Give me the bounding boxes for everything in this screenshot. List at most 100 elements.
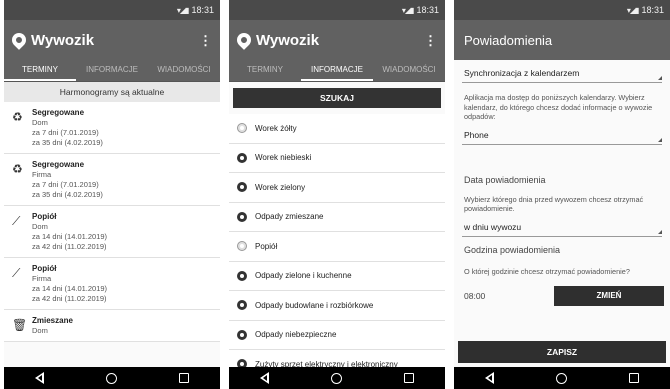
page-title: Powiadomienia bbox=[464, 32, 553, 48]
mixed-waste-icon bbox=[237, 211, 247, 222]
broom-icon: ⟋ bbox=[12, 266, 21, 280]
home-icon[interactable] bbox=[556, 372, 567, 384]
tab-wiadomosci[interactable]: WIADOMOŚCI bbox=[148, 60, 220, 81]
next-pickup: za 7 dni (7.01.2019) bbox=[32, 128, 99, 137]
phone-informacje: ▾◢▮ 18:31 Wywozik ⋮ TERMINY INFORMACJE W… bbox=[229, 0, 445, 389]
waste-category-list: Worek żółty Worek niebieski Worek zielon… bbox=[229, 114, 445, 380]
app-title: Wywozik bbox=[256, 31, 320, 49]
recents-icon[interactable] bbox=[629, 373, 639, 383]
back-icon[interactable] bbox=[260, 372, 269, 384]
list-item[interactable]: ⟋ Popiół Firma za 14 dni (14.01.2019) za… bbox=[4, 258, 220, 310]
recents-icon[interactable] bbox=[404, 373, 414, 383]
location: Dom bbox=[32, 118, 48, 127]
waste-type: Segregowane bbox=[32, 160, 85, 169]
construction-waste-icon bbox=[237, 300, 247, 311]
following-pickup: za 35 dni (4.02.2019) bbox=[32, 138, 103, 147]
tab-informacje[interactable]: INFORMACJE bbox=[76, 60, 148, 81]
tab-bar: TERMINY INFORMACJE WIADOMOŚCI bbox=[229, 60, 445, 82]
category-label: Odpady niebezpieczne bbox=[255, 330, 337, 340]
trash-icon: 🗑 bbox=[12, 318, 28, 332]
waste-type: Popiół bbox=[32, 264, 57, 273]
date-description: Wybierz którego dnia przed wywozem chces… bbox=[464, 194, 644, 214]
category-label: Odpady zielone i kuchenne bbox=[255, 271, 352, 281]
calendar-select[interactable]: Phone bbox=[462, 126, 662, 145]
tab-terminy[interactable]: TERMINY bbox=[229, 60, 301, 81]
list-item[interactable]: Worek niebieski bbox=[229, 143, 445, 173]
search-button[interactable]: SZUKAJ bbox=[233, 88, 441, 108]
home-icon[interactable] bbox=[331, 372, 342, 384]
list-item[interactable]: Odpady niebezpieczne bbox=[229, 320, 445, 350]
map-pin-logo-icon bbox=[9, 30, 29, 50]
calendar-description: Aplikacja ma dostęp do poniższych kalend… bbox=[464, 93, 653, 121]
status-time: 18:31 bbox=[416, 5, 439, 15]
list-item[interactable]: ⟋ Popiół Dom za 14 dni (14.01.2019) za 4… bbox=[4, 206, 220, 258]
list-item[interactable]: Worek zielony bbox=[229, 173, 445, 203]
save-button[interactable]: ZAPISZ bbox=[458, 341, 666, 363]
change-time-button[interactable]: ZMIEŃ bbox=[554, 286, 664, 306]
settings-app-bar: Powiadomienia bbox=[454, 20, 670, 60]
yellow-bag-icon bbox=[237, 123, 247, 134]
app-bar: Wywozik ⋮ bbox=[4, 20, 220, 60]
status-time: 18:31 bbox=[641, 5, 664, 15]
category-label: Worek zielony bbox=[255, 182, 306, 192]
recents-icon[interactable] bbox=[179, 373, 189, 383]
tab-bar: TERMINY INFORMACJE WIADOMOŚCI bbox=[4, 60, 220, 82]
category-label: Popiół bbox=[255, 241, 278, 251]
location: Firma bbox=[32, 274, 52, 283]
home-icon[interactable] bbox=[106, 372, 117, 384]
recycle-icon: ♻ bbox=[12, 110, 23, 124]
broom-icon: ⟋ bbox=[12, 214, 21, 228]
recycle-icon: ♻ bbox=[12, 162, 23, 176]
wifi-signal-icon: ▾◢▮ bbox=[176, 5, 190, 15]
next-pickup: za 14 dni (14.01.2019) bbox=[32, 232, 108, 241]
location: Dom bbox=[32, 326, 48, 335]
list-item[interactable]: ♻ Segregowane Dom za 7 dni (7.01.2019) z… bbox=[4, 102, 220, 154]
location: Firma bbox=[32, 170, 52, 179]
android-nav-bar bbox=[454, 367, 670, 389]
green-bag-icon bbox=[237, 182, 247, 193]
list-item[interactable]: Odpady budowlane i rozbiórkowe bbox=[229, 291, 445, 321]
time-row: 08:00 ZMIEŃ bbox=[464, 286, 664, 306]
list-item[interactable]: Odpady zielone i kuchenne bbox=[229, 261, 445, 291]
following-pickup: za 42 dni (11.02.2019) bbox=[32, 294, 107, 303]
waste-type: Popiół bbox=[32, 212, 57, 221]
tab-informacje[interactable]: INFORMACJE bbox=[301, 60, 373, 81]
overflow-menu-icon[interactable]: ⋮ bbox=[199, 34, 212, 47]
app-title: Wywozik bbox=[31, 31, 95, 49]
schedule-status-notice: Harmonogramy są aktualne bbox=[4, 82, 220, 102]
hour-description: O której godzinie chcesz otrzymać powiad… bbox=[464, 266, 630, 276]
status-bar: ▾◢▮ 18:31 bbox=[454, 0, 670, 20]
app-bar: Wywozik ⋮ bbox=[229, 20, 445, 60]
time-value: 08:00 bbox=[464, 291, 486, 301]
android-nav-bar bbox=[4, 367, 220, 389]
calendar-sync-select[interactable]: Synchronizacja z kalendarzem bbox=[462, 64, 662, 83]
list-item[interactable]: Popiół bbox=[229, 232, 445, 262]
list-item[interactable]: Odpady zmieszane bbox=[229, 202, 445, 232]
ash-icon bbox=[237, 241, 247, 252]
back-icon[interactable] bbox=[485, 372, 494, 384]
following-pickup: za 42 dni (11.02.2019) bbox=[32, 242, 107, 251]
list-item[interactable]: 🗑 Zmieszane Dom bbox=[4, 310, 220, 342]
list-item[interactable]: Worek żółty bbox=[229, 114, 445, 144]
tab-terminy[interactable]: TERMINY bbox=[4, 60, 76, 81]
overflow-menu-icon[interactable]: ⋮ bbox=[424, 34, 437, 47]
location: Dom bbox=[32, 222, 48, 231]
category-label: Worek niebieski bbox=[255, 153, 312, 163]
waste-type: Segregowane bbox=[32, 108, 85, 117]
date-select[interactable]: w dniu wywozu bbox=[462, 218, 662, 237]
hazardous-waste-icon bbox=[237, 329, 247, 340]
status-bar: ▾◢▮ 18:31 bbox=[229, 0, 445, 20]
back-icon[interactable] bbox=[35, 372, 44, 384]
category-label: Odpady budowlane i rozbiórkowe bbox=[255, 300, 374, 310]
waste-type: Zmieszane bbox=[32, 316, 73, 325]
list-item[interactable]: ♻ Segregowane Firma za 7 dni (7.01.2019)… bbox=[4, 154, 220, 206]
category-label: Odpady zmieszane bbox=[255, 212, 324, 222]
blue-bag-icon bbox=[237, 152, 247, 163]
green-waste-icon bbox=[237, 270, 247, 281]
category-label: Worek żółty bbox=[255, 123, 297, 133]
next-pickup: za 7 dni (7.01.2019) bbox=[32, 180, 99, 189]
map-pin-logo-icon bbox=[234, 30, 254, 50]
android-nav-bar bbox=[229, 367, 445, 389]
tab-wiadomosci[interactable]: WIADOMOŚCI bbox=[373, 60, 445, 81]
status-bar: ▾◢▮ 18:31 bbox=[4, 0, 220, 20]
